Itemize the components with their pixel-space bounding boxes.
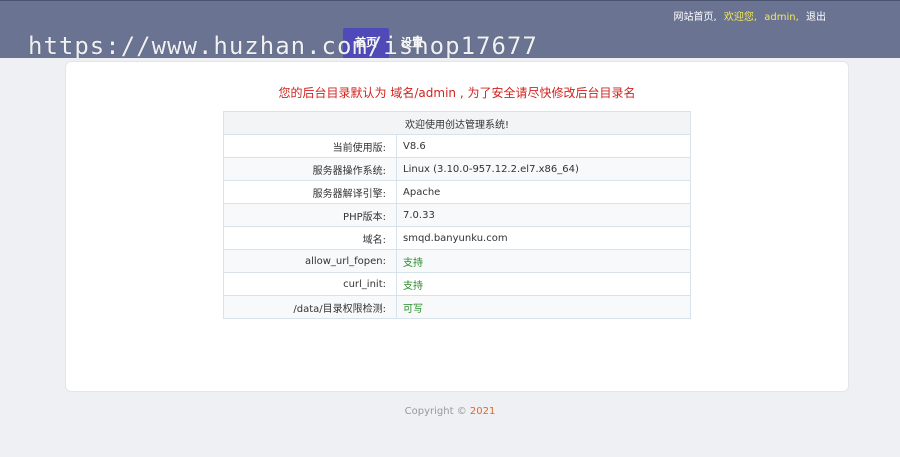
main-card: 您的后台目录默认为 域名/admin , 为了安全请尽快修改后台目录名 欢迎使用… xyxy=(65,61,849,392)
row-value-status: 支持 xyxy=(396,249,691,273)
main-nav: 首页 设置 xyxy=(343,28,435,58)
top-navigation-bar: 网站首页, 欢迎您, admin, 退出 首页 设置 xyxy=(0,0,900,58)
row-value-status: 可写 xyxy=(396,295,691,319)
table-row: 服务器解译引擎: Apache xyxy=(223,180,691,204)
row-value: Apache xyxy=(396,180,691,204)
table-header-row: 欢迎使用创达管理系统! xyxy=(223,111,691,135)
row-key: 当前使用版: xyxy=(223,134,397,158)
tab-home[interactable]: 首页 xyxy=(343,28,389,58)
table-row: 域名: smqd.banyunku.com xyxy=(223,226,691,250)
table-row: /data/目录权限检测: 可写 xyxy=(223,295,691,319)
row-key: 服务器操作系统: xyxy=(223,157,397,181)
copyright-text: Copyright © xyxy=(404,406,467,417)
row-value: V8.6 xyxy=(396,134,691,158)
row-key: allow_url_fopen: xyxy=(223,249,397,273)
row-value: 7.0.33 xyxy=(396,203,691,227)
row-key: PHP版本: xyxy=(223,203,397,227)
table-row: PHP版本: 7.0.33 xyxy=(223,203,691,227)
row-value: Linux (3.10.0-957.12.2.el7.x86_64) xyxy=(396,157,691,181)
table-row: 服务器操作系统: Linux (3.10.0-957.12.2.el7.x86_… xyxy=(223,157,691,181)
table-row: 当前使用版: V8.6 xyxy=(223,134,691,158)
site-home-link[interactable]: 网站首页, xyxy=(674,12,717,23)
row-key: curl_init: xyxy=(223,272,397,296)
table-row: curl_init: 支持 xyxy=(223,272,691,296)
table-row: allow_url_fopen: 支持 xyxy=(223,249,691,273)
copyright-year: 2021 xyxy=(469,406,496,417)
row-value-status: 支持 xyxy=(396,272,691,296)
tab-settings[interactable]: 设置 xyxy=(389,28,435,58)
row-key: 域名: xyxy=(223,226,397,250)
username-link[interactable]: admin, xyxy=(764,12,799,23)
admin-directory-warning: 您的后台目录默认为 域名/admin , 为了安全请尽快修改后台目录名 xyxy=(278,86,636,100)
system-info-table: 欢迎使用创达管理系统! 当前使用版: V8.6 服务器操作系统: Linux (… xyxy=(223,111,691,319)
row-key: /data/目录权限检测: xyxy=(223,295,397,319)
row-value: smqd.banyunku.com xyxy=(396,226,691,250)
welcome-text: 欢迎您, xyxy=(723,12,758,23)
table-title: 欢迎使用创达管理系统! xyxy=(223,111,691,135)
footer: Copyright © 2021 xyxy=(0,406,900,417)
logout-link[interactable]: 退出 xyxy=(806,12,826,23)
top-links: 网站首页, 欢迎您, admin, 退出 xyxy=(670,8,826,23)
row-key: 服务器解译引擎: xyxy=(223,180,397,204)
